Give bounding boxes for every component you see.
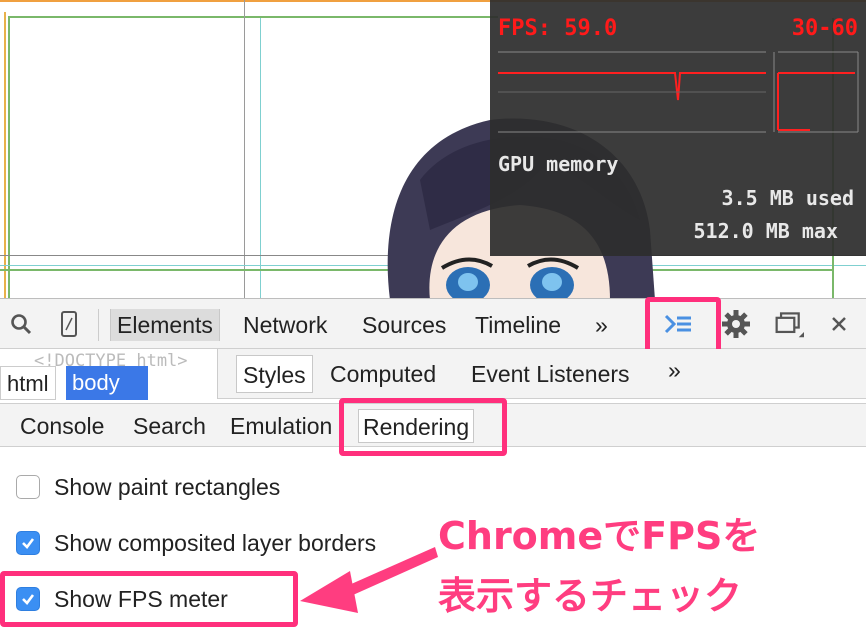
devtools-panel: Elements Network Sources Timeline » <!DO… xyxy=(0,297,866,638)
tab-computed[interactable]: Computed xyxy=(324,355,442,393)
device-mode-icon[interactable] xyxy=(54,309,84,339)
fps-meter-overlay: FPS: 59.0 30-60 GPU memory 3.5 MB used 5… xyxy=(490,0,866,256)
more-tabs-chevron[interactable]: » xyxy=(589,309,614,341)
dom-tree-panel: <!DOCTYPE html> html body xyxy=(0,349,218,400)
fps-range: 30-60 xyxy=(791,16,858,41)
tab-styles[interactable]: Styles xyxy=(236,355,313,393)
gear-icon[interactable] xyxy=(721,309,751,339)
drawer-toggle-highlight xyxy=(645,297,721,354)
fps-graph xyxy=(498,51,859,133)
annotation-arrow xyxy=(300,547,438,613)
sidebar-more-chevron[interactable]: » xyxy=(662,351,687,389)
annotation-line-1: ChromeでFPSを xyxy=(438,514,761,558)
breadcrumb-body[interactable]: body xyxy=(66,366,148,400)
search-icon[interactable] xyxy=(6,309,36,339)
paint-rectangles-checkbox[interactable] xyxy=(16,475,40,499)
gpu-memory-label: GPU memory xyxy=(498,152,619,176)
rendering-tab-highlight xyxy=(339,398,507,456)
layer-border-orange xyxy=(4,12,6,300)
fps-option-highlight xyxy=(0,571,298,627)
fps-value: FPS: 59.0 xyxy=(498,16,618,41)
dock-side-icon[interactable] xyxy=(774,309,804,339)
tab-sources[interactable]: Sources xyxy=(356,309,452,341)
option-paint-rectangles[interactable]: Show paint rectangles xyxy=(16,472,280,502)
devtools-toolbar: Elements Network Sources Timeline » xyxy=(0,297,866,354)
annotation-line-2: 表示するチェック xyxy=(438,574,743,618)
tab-search[interactable]: Search xyxy=(129,409,210,443)
tab-elements[interactable]: Elements xyxy=(110,309,220,341)
tab-console[interactable]: Console xyxy=(16,409,108,443)
tab-event-listeners[interactable]: Event Listeners xyxy=(465,355,636,393)
toolbar-divider xyxy=(98,309,99,341)
layer-borders-checkbox[interactable] xyxy=(16,531,40,555)
tab-emulation[interactable]: Emulation xyxy=(226,409,344,443)
breadcrumb-html[interactable]: html xyxy=(0,366,56,400)
close-icon[interactable] xyxy=(824,309,854,339)
tab-timeline[interactable]: Timeline xyxy=(469,309,567,341)
gpu-used: 3.5 MB used xyxy=(721,186,854,210)
layer-border-green xyxy=(8,16,10,300)
grid-line xyxy=(260,18,261,300)
page-viewport: FPS: 59.0 30-60 GPU memory 3.5 MB used 5… xyxy=(0,0,866,300)
sidebar-tabs: Styles Computed Event Listeners » xyxy=(218,349,866,399)
gpu-max: 512.0 MB max xyxy=(693,219,839,243)
tab-network[interactable]: Network xyxy=(237,309,333,341)
layer-border-green xyxy=(8,16,498,18)
option-label: Show paint rectangles xyxy=(54,473,281,500)
checkmark-icon xyxy=(22,538,35,549)
